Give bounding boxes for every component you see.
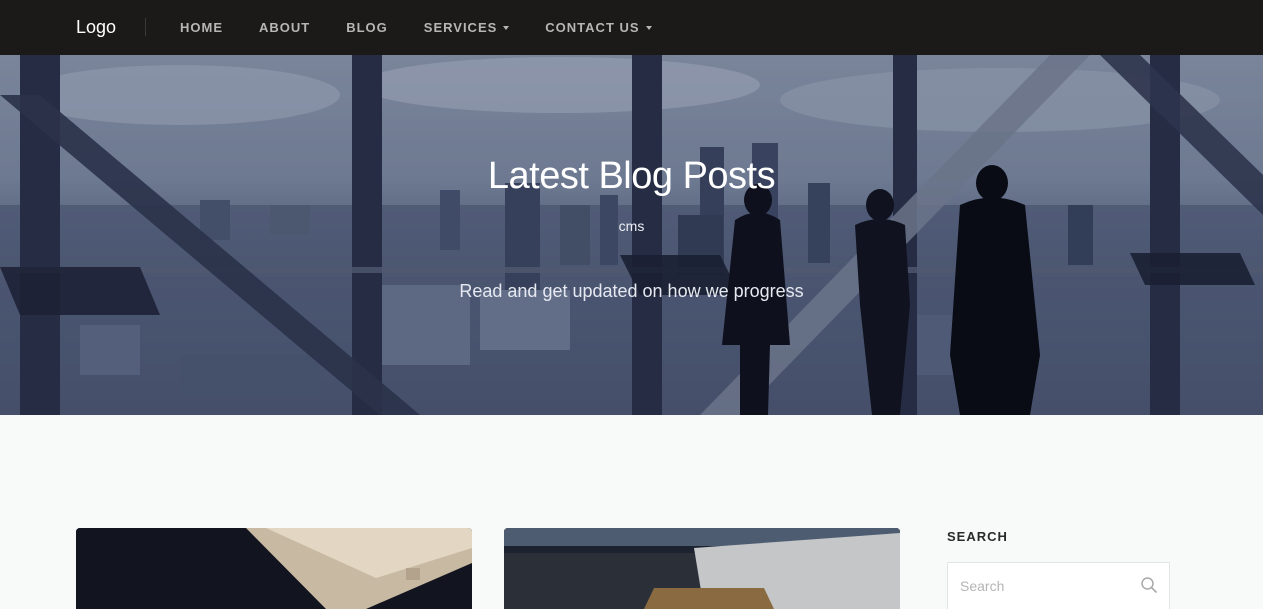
nav-item-about[interactable]: ABOUT	[259, 20, 310, 35]
nav-item-label: BLOG	[346, 20, 388, 35]
search-box	[947, 562, 1170, 609]
navbar: Logo HOME ABOUT BLOG SERVICES CONTACT US	[0, 0, 1263, 55]
search-input[interactable]	[948, 563, 1128, 609]
search-icon[interactable]	[1140, 576, 1158, 594]
blog-card-photo	[76, 528, 472, 609]
caret-down-icon	[645, 26, 652, 30]
nav-item-contact-us[interactable]: CONTACT US	[545, 20, 652, 35]
blog-card-image[interactable]	[504, 528, 900, 609]
nav-item-label: HOME	[180, 20, 223, 35]
hero-overlay	[0, 55, 1263, 415]
nav-item-services[interactable]: SERVICES	[424, 20, 510, 35]
hero-banner: Latest Blog Posts cms Read and get updat…	[0, 55, 1263, 415]
logo[interactable]: Logo	[76, 16, 116, 38]
nav-item-blog[interactable]: BLOG	[346, 20, 388, 35]
hero-tag[interactable]: cms	[0, 218, 1263, 234]
nav-item-label: SERVICES	[423, 20, 498, 35]
hero-subtitle: Read and get updated on how we progress	[459, 281, 804, 301]
caret-down-icon	[503, 26, 510, 30]
nav-item-label: ABOUT	[259, 20, 311, 35]
nav-menu: HOME ABOUT BLOG SERVICES CONTACT US	[180, 0, 688, 55]
nav-divider	[145, 18, 146, 36]
blog-card-photo	[504, 528, 900, 609]
blog-card-image[interactable]	[76, 528, 472, 609]
hero-title: Latest Blog Posts	[487, 155, 776, 197]
nav-item-home[interactable]: HOME	[180, 20, 223, 35]
sidebar-search-title: SEARCH	[947, 529, 1008, 544]
nav-item-label: CONTACT US	[545, 20, 640, 35]
